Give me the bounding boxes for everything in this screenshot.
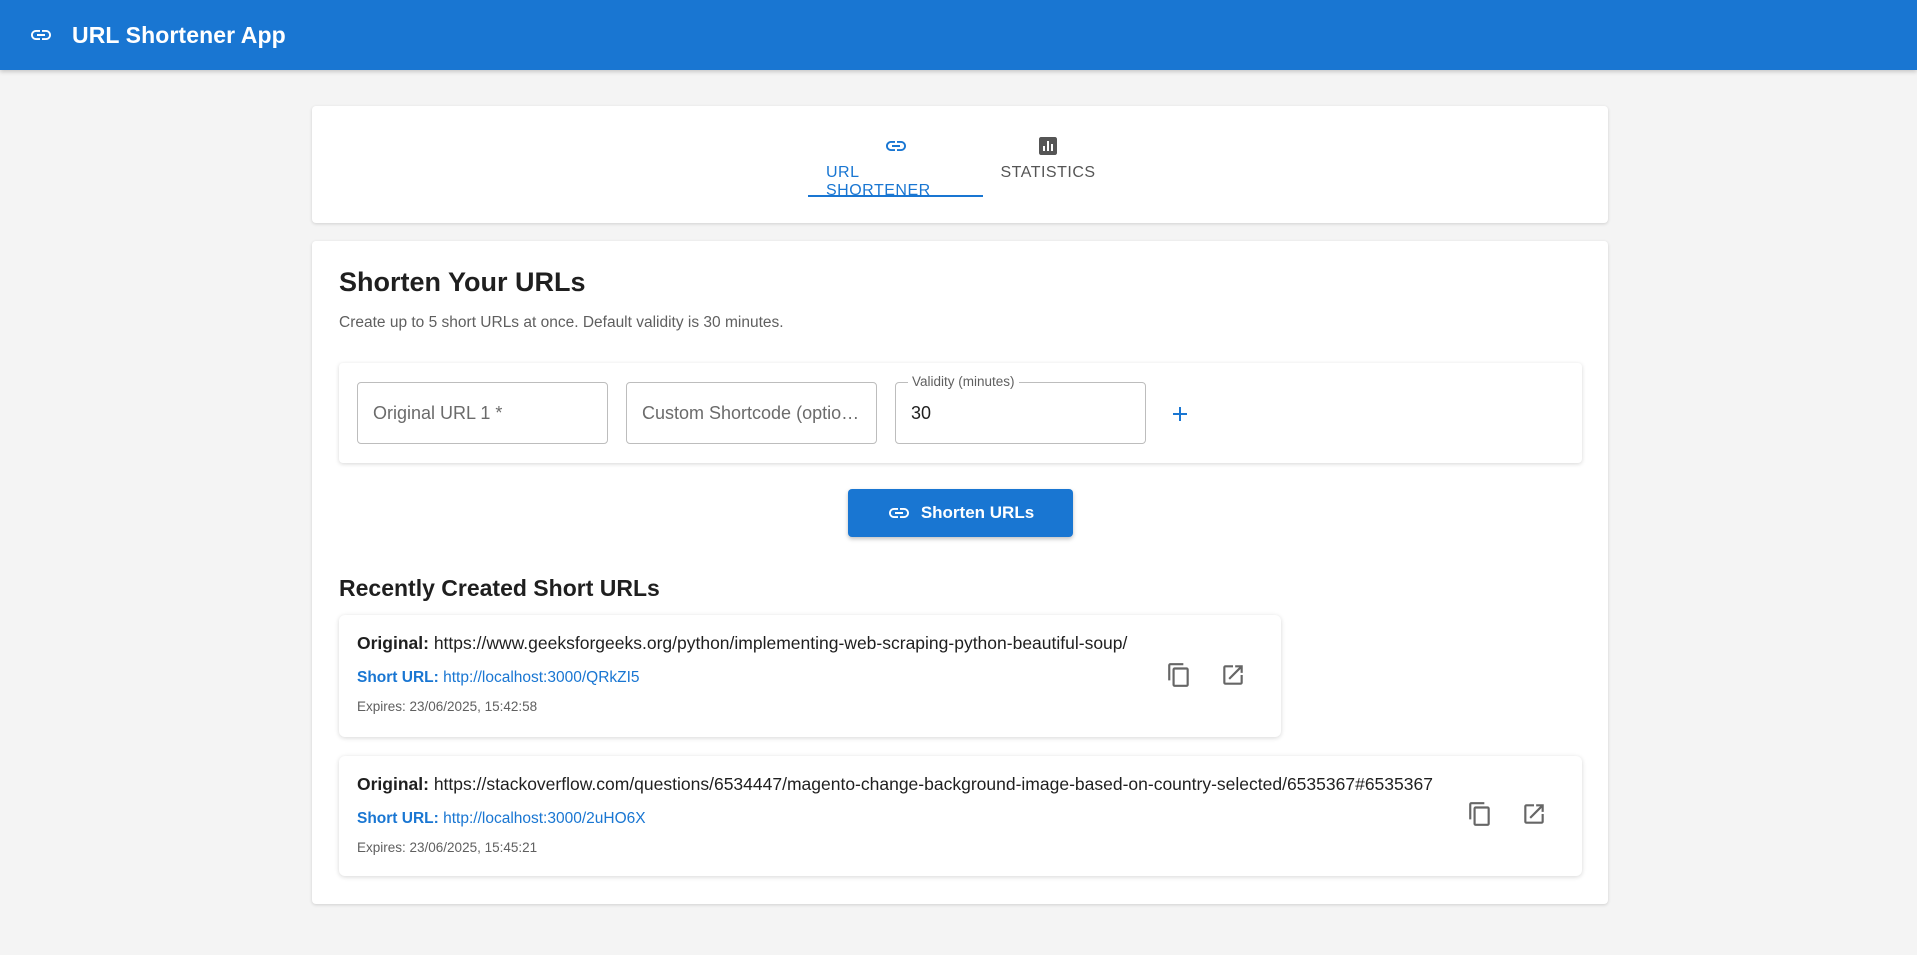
tab-url-shortener[interactable]: URL SHORTENER [808,134,983,199]
app-bar: URL Shortener App [0,0,1917,70]
custom-shortcode-input[interactable] [627,383,876,443]
short-url-link[interactable]: http://localhost:3000/QRkZI5 [443,669,639,686]
tab-label: URL SHORTENER [826,164,931,199]
validity-input[interactable] [896,383,1145,443]
original-url-field [357,382,608,444]
tab-bar: URL SHORTENER STATISTICS [808,134,1113,199]
recent-urls-heading: Recently Created Short URLs [339,575,660,601]
open-in-new-icon [1223,665,1243,685]
bar-chart-icon [1036,134,1060,158]
validity-field: Validity (minutes) [895,374,1146,444]
link-icon [884,134,908,158]
copy-button[interactable] [1464,798,1496,830]
original-label: Original: [357,774,429,794]
add-url-button[interactable] [1163,397,1197,431]
copy-button[interactable] [1163,659,1195,691]
open-in-new-icon [1524,804,1544,824]
expires-text: Expires: 23/06/2025, 15:45:21 [357,840,538,855]
open-link-button[interactable] [1518,798,1550,830]
list-item: Original: https://www.geeksforgeeks.org/… [339,615,1281,737]
original-url-value: https://stackoverflow.com/questions/6534… [433,774,1433,794]
copy-icon [1168,663,1189,687]
tabs-card: URL SHORTENER STATISTICS [312,106,1608,223]
app-title: URL Shortener App [72,21,286,48]
original-url-input[interactable] [358,383,607,443]
page-subtitle: Create up to 5 short URLs at once. Defau… [339,314,784,331]
original-url-value: https://www.geeksforgeeks.org/python/imp… [433,633,1128,653]
list-item: Original: https://stackoverflow.com/ques… [339,756,1582,876]
original-url-text: Original: https://www.geeksforgeeks.org/… [357,633,1127,654]
copy-icon [1469,802,1490,826]
short-url-text: Short URL: http://localhost:3000/QRkZI5 [357,669,640,687]
page-title: Shorten Your URLs [339,267,586,297]
tab-label: STATISTICS [1000,164,1096,181]
original-label: Original: [357,633,429,653]
shorten-button-label: Shorten URLs [920,503,1035,522]
shortener-card: Shorten Your URLs Create up to 5 short U… [312,241,1608,904]
original-url-text: Original: https://stackoverflow.com/ques… [357,774,1433,795]
open-link-button[interactable] [1217,659,1249,691]
custom-shortcode-field [626,382,877,444]
plus-icon [1173,407,1187,421]
link-icon [28,22,54,48]
link-icon [887,501,911,525]
tab-statistics[interactable]: STATISTICS [983,134,1113,196]
short-url-link[interactable]: http://localhost:3000/2uHO6X [443,810,646,827]
short-url-label: Short URL: [357,810,439,827]
short-url-text: Short URL: http://localhost:3000/2uHO6X [357,810,646,828]
expires-text: Expires: 23/06/2025, 15:42:58 [357,699,538,714]
url-form-row: Validity (minutes) [339,363,1582,463]
short-url-label: Short URL: [357,669,439,686]
validity-label: Validity (minutes) [908,374,1019,389]
shorten-urls-button[interactable]: Shorten URLs [848,489,1073,537]
